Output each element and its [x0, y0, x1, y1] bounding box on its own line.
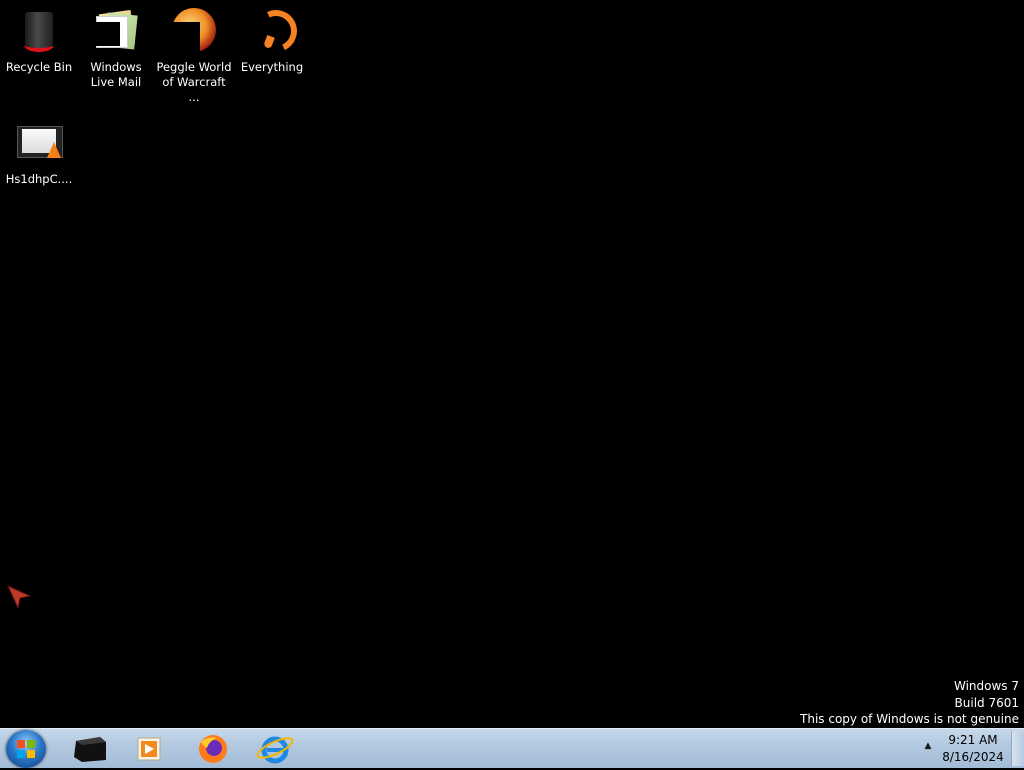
watermark-os-name: Windows 7 — [953, 679, 1019, 693]
taskbar-internet-explorer[interactable] — [251, 732, 299, 766]
desktop-icon-label: Everything — [240, 60, 304, 74]
tray-expand-arrow-icon[interactable]: ▲ — [923, 741, 933, 751]
desktop-icon-recycle-bin[interactable]: Recycle Bin — [1, 6, 77, 75]
mouse-cursor-icon — [6, 584, 32, 610]
desktop: Recycle Bin Windows Live Mail Peggle Wor… — [0, 0, 1024, 728]
vlc-video-file-icon — [15, 118, 63, 166]
desktop-icon-peggle[interactable]: Peggle World of Warcraft ... — [156, 6, 232, 105]
taskbar-media-player[interactable] — [126, 732, 174, 766]
desktop-icon-label: Hs1dhpC.... — [5, 172, 73, 186]
media-player-icon — [137, 737, 161, 761]
watermark-genuine-notice: This copy of Windows is not genuine — [800, 712, 1019, 726]
windows-live-mail-icon — [92, 6, 140, 54]
windows-watermark: Windows 7 Build 7601 This copy of Window… — [800, 678, 1019, 728]
desktop-icon-label: Recycle Bin — [5, 60, 73, 74]
peggle-icon — [170, 6, 218, 54]
clock-time: 9:21 AM — [948, 733, 998, 747]
taskbar-clock[interactable]: 9:21 AM 8/16/2024 — [940, 732, 1006, 766]
taskbar: ▲ 9:21 AM 8/16/2024 — [0, 728, 1024, 768]
desktop-icon-label: Windows Live Mail — [90, 60, 142, 89]
desktop-icon-label: Peggle World of Warcraft ... — [156, 60, 232, 104]
desktop-icon-video-file[interactable]: Hs1dhpC.... — [1, 118, 77, 187]
taskbar-firefox[interactable] — [189, 732, 237, 766]
everything-search-icon — [248, 4, 303, 58]
windows-start-orb-icon — [17, 740, 35, 758]
clock-date: 8/16/2024 — [942, 750, 1004, 764]
start-button[interactable] — [6, 730, 46, 768]
recycle-bin-icon — [15, 6, 63, 54]
desktop-icon-windows-live-mail[interactable]: Windows Live Mail — [78, 6, 154, 90]
firefox-icon — [199, 735, 227, 763]
internet-explorer-icon — [256, 736, 294, 764]
terminal-icon — [74, 737, 106, 762]
show-desktop-button[interactable] — [1011, 731, 1024, 766]
watermark-build: Build 7601 — [954, 695, 1019, 710]
taskbar-command-prompt[interactable] — [66, 732, 114, 766]
desktop-icon-everything[interactable]: Everything — [234, 4, 310, 75]
